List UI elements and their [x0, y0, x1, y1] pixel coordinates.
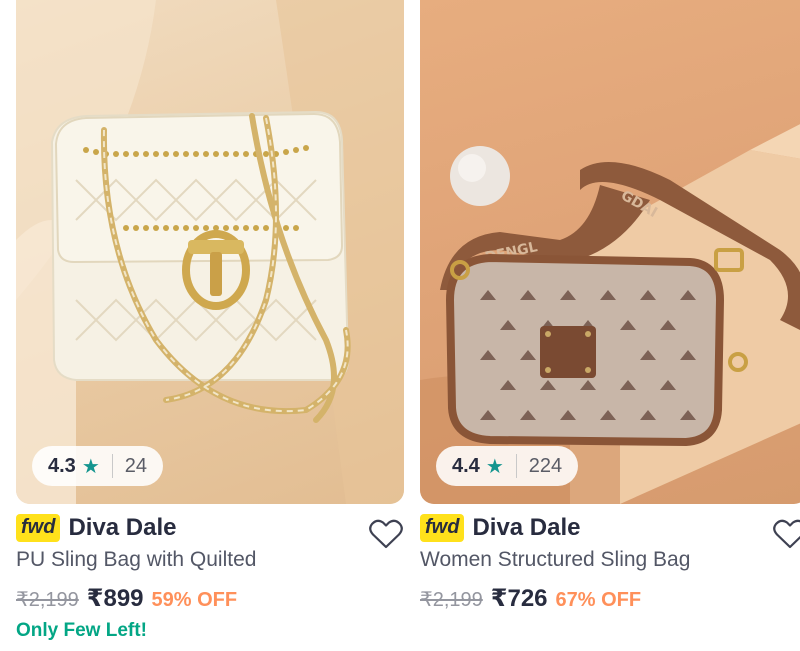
rating-divider — [515, 454, 517, 478]
stock-note: Only Few Left! — [16, 620, 147, 641]
product-title[interactable]: Women Structured Sling Bag — [420, 548, 690, 572]
rating-value: 4.4 — [452, 454, 480, 477]
brand-name[interactable]: Diva Dale — [68, 514, 176, 542]
product-card[interactable]: DENGL GDAI 4.4 ★ 224 fwd Diva Dale Women… — [420, 0, 800, 651]
brand-row: fwd Diva Dale — [16, 514, 177, 542]
brand-row: fwd Diva Dale — [420, 514, 581, 542]
rating-count: 24 — [124, 454, 147, 477]
product-title[interactable]: PU Sling Bag with Quilted — [16, 548, 256, 572]
star-icon: ★ — [81, 455, 100, 478]
selling-price: ₹726 — [490, 585, 548, 612]
brand-name[interactable]: Diva Dale — [472, 514, 580, 542]
wishlist-button[interactable] — [368, 516, 404, 552]
rating-badge: 4.4 ★ 224 — [436, 446, 579, 486]
fwd-badge: fwd — [420, 514, 465, 542]
rating-count: 224 — [528, 454, 563, 477]
product-card[interactable]: 4.3 ★ 24 fwd Diva Dale PU Sling Bag with… — [16, 0, 404, 651]
mrp-price: ₹2,199 — [420, 589, 483, 611]
heart-icon — [773, 519, 800, 549]
mrp-price: ₹2,199 — [16, 589, 79, 611]
price-row: ₹2,199 ₹726 67% OFF — [420, 584, 641, 613]
white-quilted-bag-illustration — [16, 0, 404, 504]
discount-label: 59% OFF — [151, 589, 238, 611]
price-row: ₹2,199 ₹899 59% OFF — [16, 584, 237, 613]
wishlist-button[interactable] — [772, 516, 800, 552]
fwd-badge: fwd — [16, 514, 61, 542]
selling-price: ₹899 — [86, 585, 144, 612]
brown-monogram-bag-illustration: DENGL GDAI — [420, 124, 800, 504]
product-image[interactable]: DENGL GDAI 4.4 ★ 224 — [420, 0, 800, 504]
rating-divider — [111, 454, 113, 478]
discount-label: 67% OFF — [555, 589, 642, 611]
rating-badge: 4.3 ★ 24 — [32, 446, 163, 486]
heart-icon — [369, 519, 403, 549]
rating-value: 4.3 — [48, 454, 76, 477]
product-image[interactable]: 4.3 ★ 24 — [16, 0, 404, 504]
star-icon: ★ — [485, 455, 504, 478]
